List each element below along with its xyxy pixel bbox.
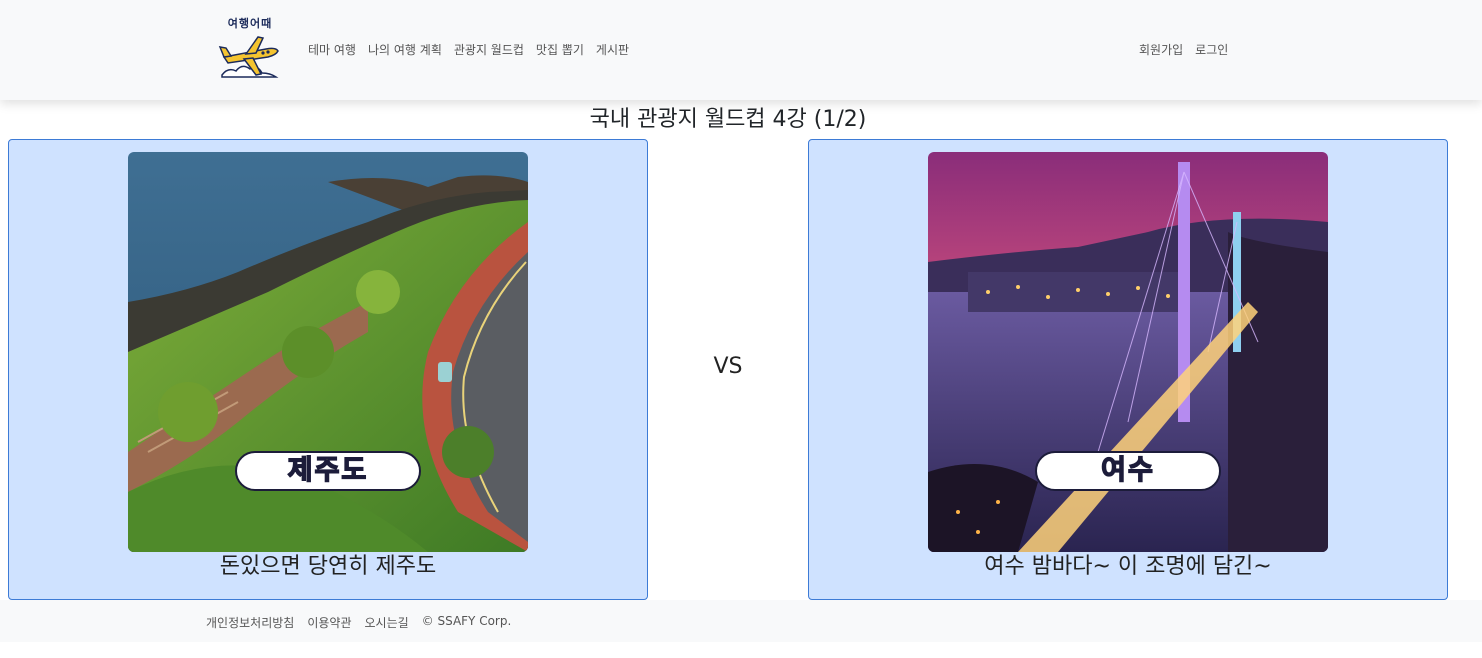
- signup-link[interactable]: 회원가입: [1139, 42, 1183, 58]
- main-menu: 테마 여행 나의 여행 계획 관광지 월드컵 맛집 뽑기 게시판: [308, 42, 629, 58]
- yeosu-night-bridge-photo[interactable]: 여수: [928, 152, 1328, 552]
- directions-link[interactable]: 오시는길: [365, 614, 409, 631]
- privacy-policy-link[interactable]: 개인정보처리방침: [206, 614, 294, 631]
- top-navbar: 여행어때 테마 여행 나의 여행 계획 관광지 월드컵 맛집 뽑기 게시판 회원…: [0, 0, 1482, 100]
- nav-theme-travel[interactable]: 테마 여행: [308, 42, 356, 58]
- candidate-card-jeju[interactable]: 제주도 돈있으면 당연히 제주도: [8, 139, 648, 600]
- site-logo[interactable]: 여행어때: [218, 15, 282, 83]
- candidate-name-badge: 여수: [1035, 451, 1221, 491]
- login-link[interactable]: 로그인: [1195, 42, 1228, 58]
- vs-label: VS: [713, 354, 743, 379]
- footer-links: 개인정보처리방침 이용약관 오시는길 © SSAFY Corp.: [206, 614, 511, 631]
- copyright-text: © SSAFY Corp.: [421, 614, 512, 628]
- page-footer: 개인정보처리방침 이용약관 오시는길 © SSAFY Corp.: [0, 600, 1482, 642]
- page-title: 국내 관광지 월드컵 4강 (1/2): [589, 107, 867, 132]
- candidate-description: 여수 밤바다~ 이 조명에 담긴~: [984, 554, 1272, 579]
- airplane-icon: [218, 36, 279, 78]
- nav-restaurant-pick[interactable]: 맛집 뽑기: [536, 42, 584, 58]
- nav-board[interactable]: 게시판: [596, 42, 629, 58]
- nav-my-travel-plan[interactable]: 나의 여행 계획: [368, 42, 442, 58]
- jeju-coastal-road-photo[interactable]: 제주도: [128, 152, 528, 552]
- terms-link[interactable]: 이용약관: [307, 614, 351, 631]
- account-menu: 회원가입 로그인: [1139, 42, 1228, 58]
- candidate-name-badge: 제주도: [235, 451, 421, 491]
- nav-attraction-worldcup[interactable]: 관광지 월드컵: [454, 42, 524, 58]
- candidate-description: 돈있으면 당연히 제주도: [219, 554, 437, 579]
- candidate-card-yeosu[interactable]: 여수 여수 밤바다~ 이 조명에 담긴~: [808, 139, 1448, 600]
